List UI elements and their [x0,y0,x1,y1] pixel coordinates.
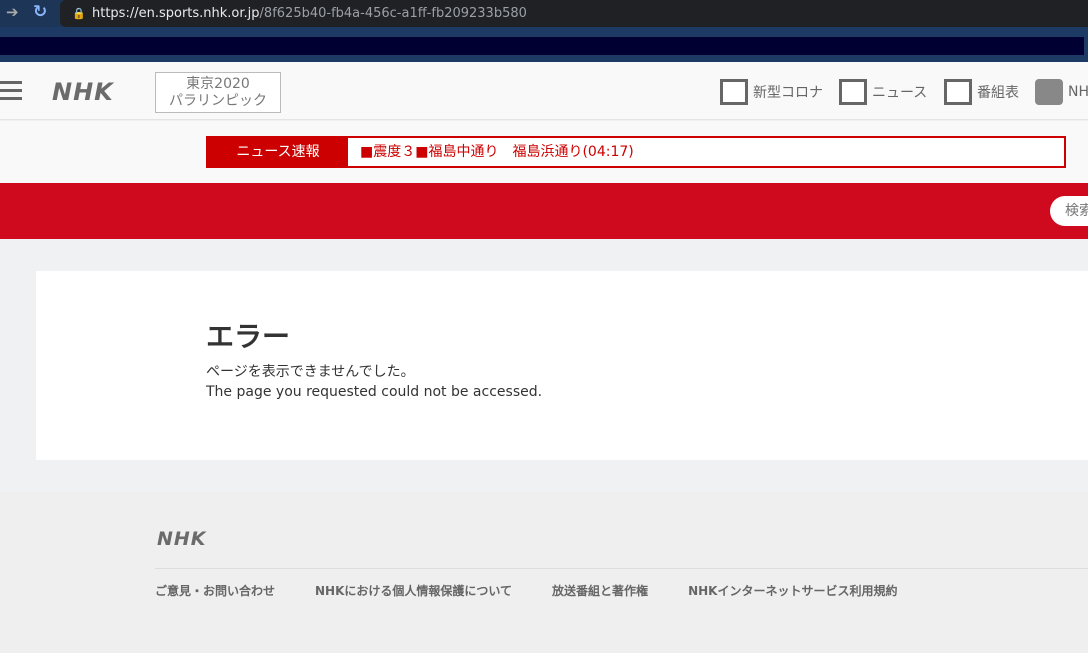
url-path: /8f625b40-fb4a-456c-a1ff-fb209233b580 [259,6,527,21]
footer-link-terms[interactable]: NHKインターネットサービス利用規約 [688,582,897,599]
breaking-news-ticker[interactable]: ニュース速報 ■震度３■福島中通り 福島浜通り(04:17) [206,136,1066,168]
nav-label: NH [1068,84,1088,100]
search-button[interactable]: 検索 [1050,196,1088,226]
nhk-logo[interactable]: NHK [52,78,114,106]
footer-divider [155,568,1088,569]
footer [0,492,1088,653]
news-icon [839,79,867,105]
error-message: ページを表示できませんでした。 The page you requested c… [206,362,542,402]
ticker-text[interactable]: ■震度３■福島中通り 福島浜通り(04:17) [348,138,634,166]
nav-news[interactable]: ニュース [839,78,927,106]
page-title: エラー [206,320,291,353]
red-nav-bar [0,183,1088,239]
error-card [36,271,1088,460]
corona-icon [720,79,748,105]
error-message-ja: ページを表示できませんでした。 [206,364,415,380]
address-bar[interactable]: 🔒 https://en.sports.nhk.or.jp/8f625b40-f… [60,0,1088,27]
ticker-label: ニュース速報 [208,138,348,166]
footer-links: ご意見・お問い合わせ NHKにおける個人情報保護について 放送番組と著作権 NH… [155,582,897,599]
nav-label: 番組表 [977,85,1019,101]
nhk-app-icon [1035,79,1063,105]
footer-link-copyright[interactable]: 放送番組と著作権 [552,582,648,599]
footer-nhk-logo[interactable]: NHK [157,528,207,550]
nav-corona[interactable]: 新型コロナ [720,78,823,106]
program-guide-icon [944,79,972,105]
paralympic-button[interactable]: 東京2020 パラリンピック [155,72,281,113]
reload-icon[interactable]: ↻ [33,2,47,22]
nav-nhk-app[interactable]: NH [1035,78,1088,106]
nav-label: ニュース [872,85,928,101]
footer-link-privacy[interactable]: NHKにおける個人情報保護について [315,582,512,599]
nav-program-guide[interactable]: 番組表 [944,78,1019,106]
forward-icon[interactable]: ➔ [6,3,19,21]
banner-bar [0,37,1084,55]
paralympic-line1: 東京2020 [186,76,250,92]
menu-icon[interactable] [0,81,22,101]
lock-icon: 🔒 [72,7,86,20]
footer-link-contact[interactable]: ご意見・お問い合わせ [155,582,275,599]
nav-label: 新型コロナ [753,85,823,101]
error-message-en: The page you requested could not be acce… [206,384,543,400]
url-host: https://en.sports.nhk.or.jp [92,6,260,21]
paralympic-line2: パラリンピック [169,93,267,109]
